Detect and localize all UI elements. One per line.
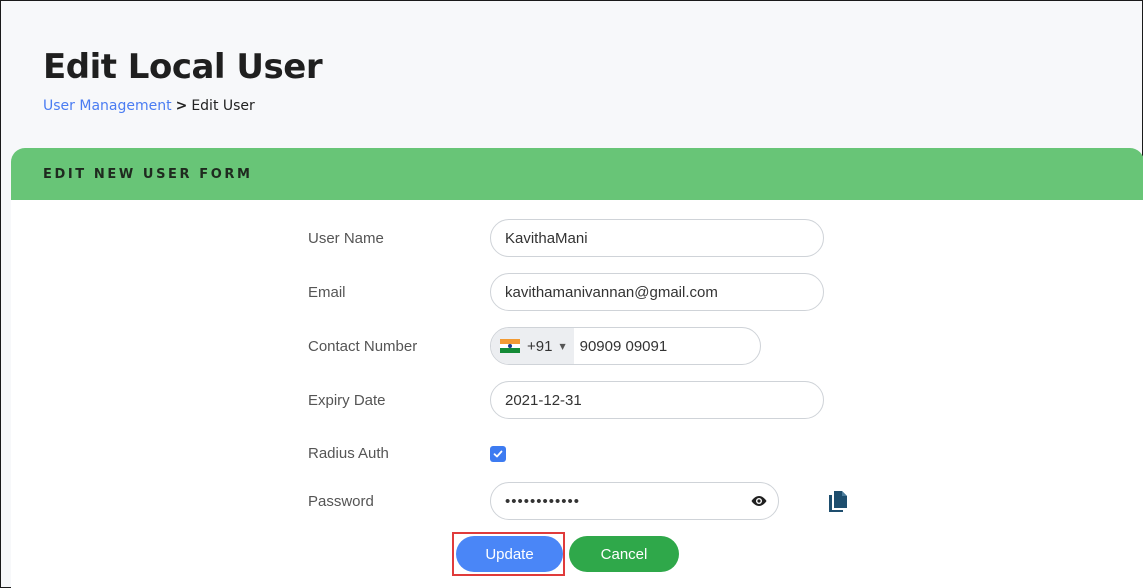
page-title: Edit Local User <box>43 47 323 87</box>
radius-auth-label: Radius Auth <box>308 445 389 462</box>
form-header: EDIT NEW USER FORM <box>11 148 1143 200</box>
email-input[interactable] <box>490 273 824 311</box>
password-label: Password <box>308 492 374 510</box>
contact-number-input[interactable] <box>573 328 760 364</box>
breadcrumb: User Management > Edit User <box>43 98 255 114</box>
caret-down-icon: ▼ <box>559 341 566 351</box>
form-header-title: EDIT NEW USER FORM <box>43 166 253 182</box>
username-input[interactable] <box>490 219 824 257</box>
breadcrumb-current: Edit User <box>191 98 255 114</box>
edit-user-form-card: EDIT NEW USER FORM <box>11 148 1143 588</box>
check-icon <box>493 450 503 457</box>
contact-number-field: +91 ▼ <box>490 327 761 365</box>
expiry-row: Expiry Date <box>308 381 824 419</box>
password-input[interactable] <box>505 492 750 510</box>
update-button[interactable]: Update <box>456 536 563 572</box>
contact-label: Contact Number <box>308 337 418 355</box>
india-flag-icon <box>500 339 520 354</box>
email-label: Email <box>308 283 346 301</box>
radius-auth-checkbox[interactable] <box>490 445 506 462</box>
radius-auth-row: Radius Auth <box>308 445 506 462</box>
country-code-selector[interactable]: +91 ▼ <box>491 328 574 364</box>
expiry-label: Expiry Date <box>308 391 386 409</box>
dial-code: +91 <box>527 337 553 355</box>
copy-icon[interactable] <box>829 491 847 516</box>
password-field <box>490 482 779 520</box>
cancel-button[interactable]: Cancel <box>569 536 679 572</box>
contact-row: Contact Number +91 ▼ <box>308 327 761 365</box>
email-row: Email <box>308 273 824 311</box>
username-label: User Name <box>308 229 384 247</box>
eye-icon[interactable] <box>750 495 768 507</box>
expiry-date-input[interactable] <box>490 381 824 419</box>
username-row: User Name <box>308 219 824 257</box>
password-row: Password <box>308 482 779 520</box>
breadcrumb-separator: > <box>175 98 188 114</box>
breadcrumb-link-user-management[interactable]: User Management <box>43 98 172 114</box>
